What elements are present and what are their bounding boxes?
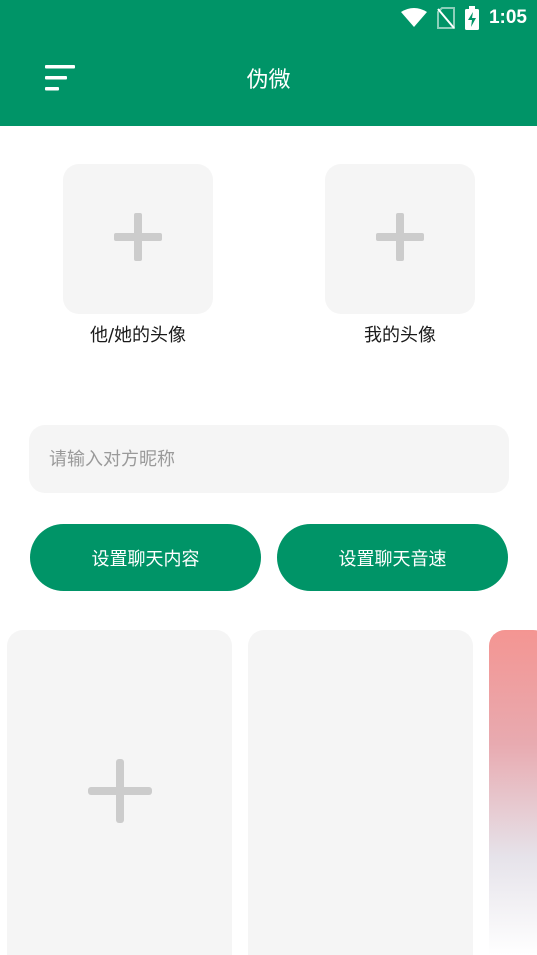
my-avatar-label: 我的头像 (364, 325, 436, 346)
background-card-gradient[interactable] (489, 630, 537, 955)
plus-icon (87, 758, 152, 827)
plus-icon (114, 213, 162, 265)
no-sim-icon (436, 7, 455, 29)
nickname-input[interactable] (29, 425, 509, 493)
other-avatar-picker[interactable] (63, 164, 213, 314)
set-chat-speed-button[interactable]: 设置聊天音速 (277, 524, 508, 591)
app-bar: 1:05 伪微 (0, 0, 537, 126)
status-bar: 1:05 (400, 5, 527, 31)
plus-icon (376, 213, 424, 265)
my-avatar-picker[interactable] (325, 164, 475, 314)
battery-charging-icon (464, 6, 479, 30)
set-chat-content-button[interactable]: 设置聊天内容 (30, 524, 261, 591)
page-title: 伪微 (246, 68, 291, 93)
add-background-card[interactable] (7, 630, 232, 955)
status-time: 1:05 (488, 7, 527, 28)
my-avatar-section: 我的头像 (325, 164, 475, 348)
wifi-icon (400, 8, 427, 28)
other-avatar-section: 他/她的头像 (63, 164, 213, 348)
other-avatar-label: 他/她的头像 (89, 325, 187, 346)
background-card-blank[interactable] (248, 630, 473, 955)
